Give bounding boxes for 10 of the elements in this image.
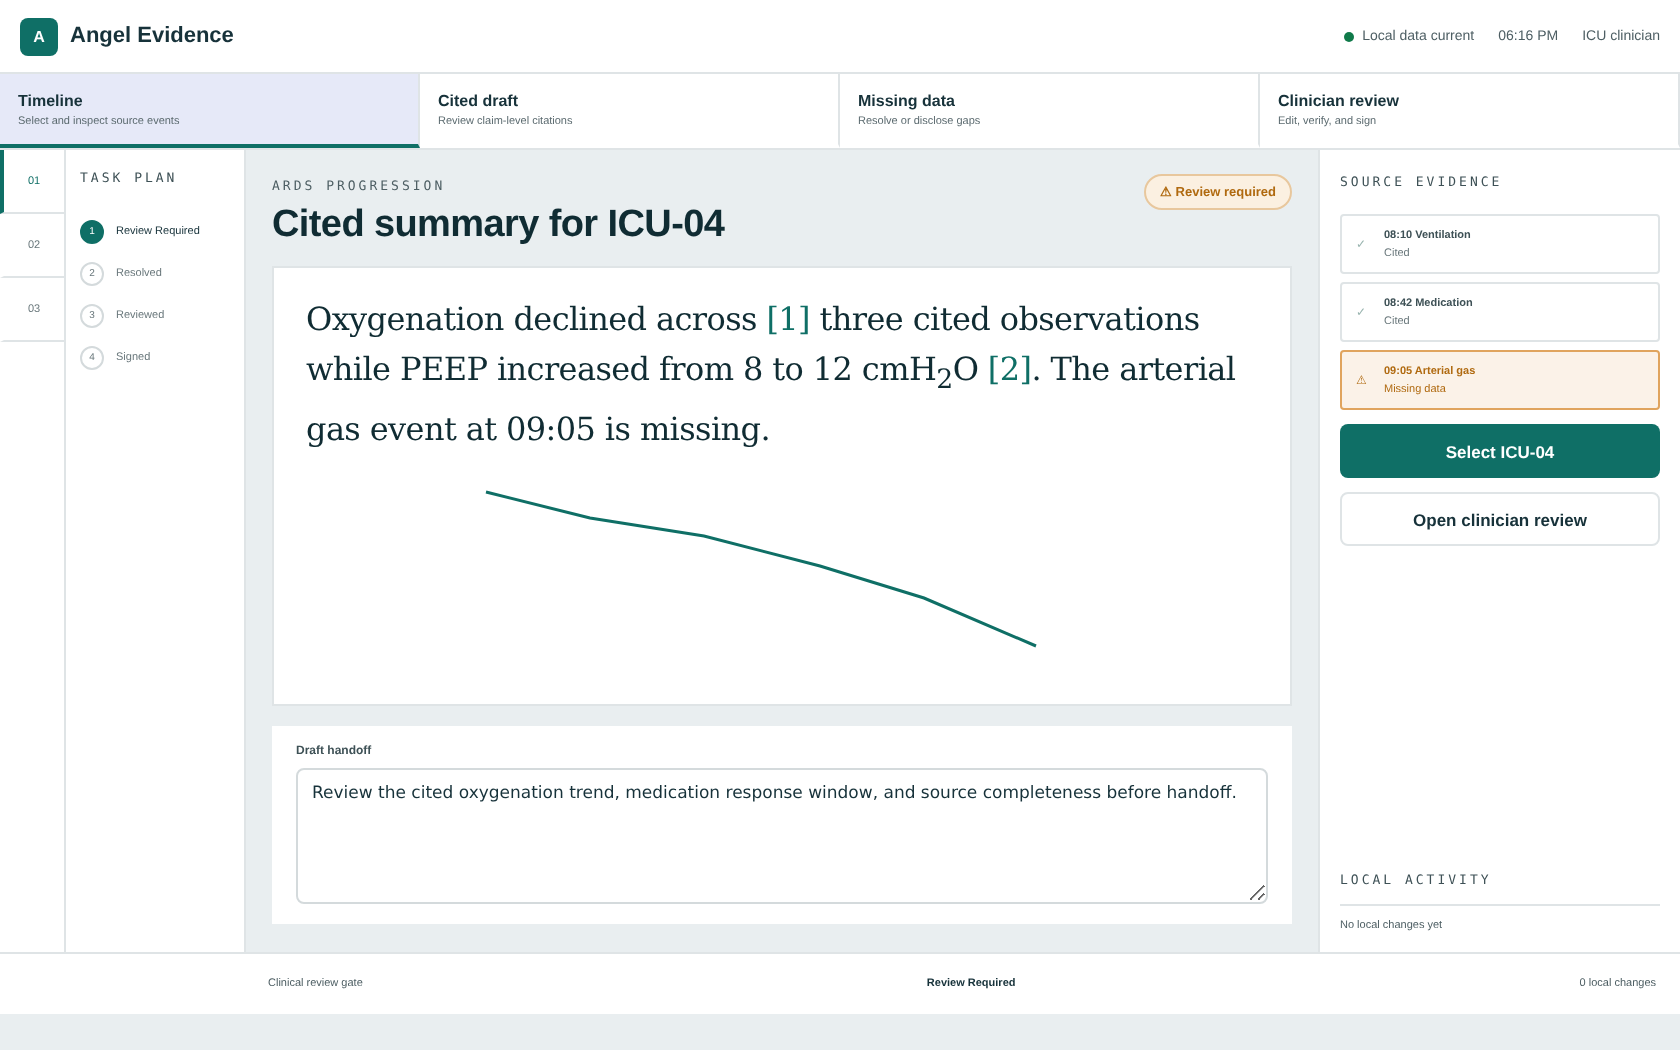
handoff-input[interactable]: Review the cited oxygenation trend, medication response window, and source completeness before handoff. — [296, 768, 1268, 904]
page-title: Cited summary for ICU-04 — [272, 204, 725, 248]
open-review-button[interactable]: Open clinician review — [1340, 492, 1660, 546]
summary-text: Oxygenation declined across [1] three cited observations while PEEP increased from 8 to 12 cmH$_{2}$O [2]. The arterial gas event at 09:05 is missing. — [306, 298, 1238, 453]
select-button[interactable]: Select ICU-04 — [1340, 424, 1660, 478]
status-dot-icon — [1344, 31, 1355, 41]
citation-link[interactable]: [1] — [766, 300, 810, 338]
app-logo: A — [20, 17, 58, 55]
citation-link[interactable]: [2] — [987, 349, 1032, 387]
app-name: Angel Evidence — [70, 24, 234, 48]
